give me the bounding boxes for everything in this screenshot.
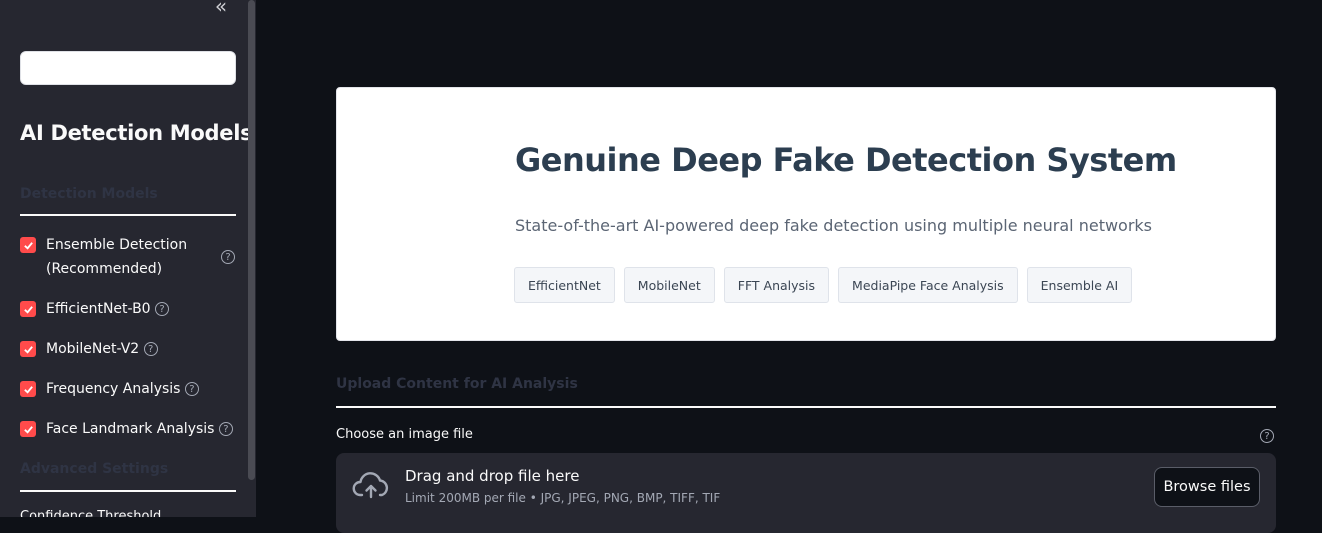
- help-icon[interactable]: ?: [221, 250, 235, 264]
- sidebar-title: AI Detection Models: [20, 121, 253, 145]
- file-dropzone[interactable]: Drag and drop file here Limit 200MB per …: [336, 453, 1276, 533]
- checkbox-checked-icon[interactable]: [20, 237, 36, 253]
- cloud-upload-icon: [352, 472, 389, 499]
- section-detection-models-label: Detection Models: [20, 186, 158, 202]
- tag-efficientnet: EfficientNet: [514, 267, 615, 303]
- confidence-threshold-label: Confidence Threshold: [20, 509, 162, 517]
- section-divider: [20, 214, 236, 216]
- tag-fft: FFT Analysis: [723, 267, 830, 303]
- checkbox-mobilenet[interactable]: MobileNet-V2 ?: [20, 341, 158, 361]
- checkbox-label: Frequency Analysis ?: [46, 377, 199, 401]
- tech-tags: EfficientNet MobileNet FFT Analysis Medi…: [514, 267, 1133, 303]
- checkbox-label-text: EfficientNet-B0: [46, 301, 151, 317]
- section-advanced-settings: Advanced Settings: [20, 461, 236, 492]
- upload-heading: Upload Content for AI Analysis: [336, 376, 578, 392]
- help-icon[interactable]: ?: [155, 302, 170, 316]
- help-icon[interactable]: ?: [1260, 429, 1274, 443]
- upload-divider: [336, 406, 1276, 408]
- page-subtitle: State-of-the-art AI-powered deep fake de…: [515, 216, 1153, 235]
- checkbox-label: EfficientNet-B0 ?: [46, 297, 170, 321]
- collapse-sidebar-icon[interactable]: «: [210, 0, 232, 16]
- checkbox-frequency[interactable]: Frequency Analysis ?: [20, 381, 199, 401]
- dropzone-limit-text: Limit 200MB per file • JPG, JPEG, PNG, B…: [405, 491, 721, 505]
- section-detection-models: Detection Models: [20, 186, 236, 216]
- sidebar-search-input[interactable]: [20, 51, 236, 85]
- help-icon[interactable]: ?: [184, 382, 199, 396]
- checkbox-label: Ensemble Detection (Recommended): [46, 233, 187, 281]
- tag-ensemble: Ensemble AI: [1026, 267, 1133, 303]
- help-icon[interactable]: ?: [143, 342, 158, 356]
- tag-mobilenet: MobileNet: [623, 267, 715, 303]
- checkbox-label-text: MobileNet-V2: [46, 341, 140, 357]
- checkbox-label-line2: (Recommended): [46, 261, 163, 277]
- hero-card: Genuine Deep Fake Detection System State…: [336, 87, 1276, 341]
- checkbox-ensemble[interactable]: Ensemble Detection (Recommended): [20, 237, 187, 281]
- section-advanced-settings-label: Advanced Settings: [20, 461, 169, 477]
- sidebar: « AI Detection Models Detection Models E…: [0, 0, 256, 517]
- dropzone-title: Drag and drop file here: [405, 467, 580, 485]
- page-title: Genuine Deep Fake Detection System: [515, 141, 1177, 179]
- checkbox-checked-icon[interactable]: [20, 341, 36, 357]
- help-icon[interactable]: ?: [218, 422, 233, 436]
- browse-files-button[interactable]: Browse files: [1154, 467, 1260, 507]
- checkbox-label: MobileNet-V2 ?: [46, 337, 158, 361]
- checkbox-label-text: Frequency Analysis: [46, 381, 181, 397]
- checkbox-efficientnet[interactable]: EfficientNet-B0 ?: [20, 301, 170, 321]
- checkbox-label-text: Face Landmark Analysis: [46, 421, 215, 437]
- checkbox-checked-icon[interactable]: [20, 381, 36, 397]
- file-uploader-label: Choose an image file: [336, 427, 473, 442]
- checkbox-face-landmark[interactable]: Face Landmark Analysis ?: [20, 421, 233, 441]
- sidebar-scrollbar[interactable]: [248, 0, 255, 480]
- section-divider: [20, 490, 236, 492]
- checkbox-label: Face Landmark Analysis ?: [46, 417, 233, 441]
- checkbox-checked-icon[interactable]: [20, 421, 36, 437]
- checkbox-checked-icon[interactable]: [20, 301, 36, 317]
- checkbox-label-line1: Ensemble Detection: [46, 237, 188, 253]
- tag-mediapipe: MediaPipe Face Analysis: [838, 267, 1018, 303]
